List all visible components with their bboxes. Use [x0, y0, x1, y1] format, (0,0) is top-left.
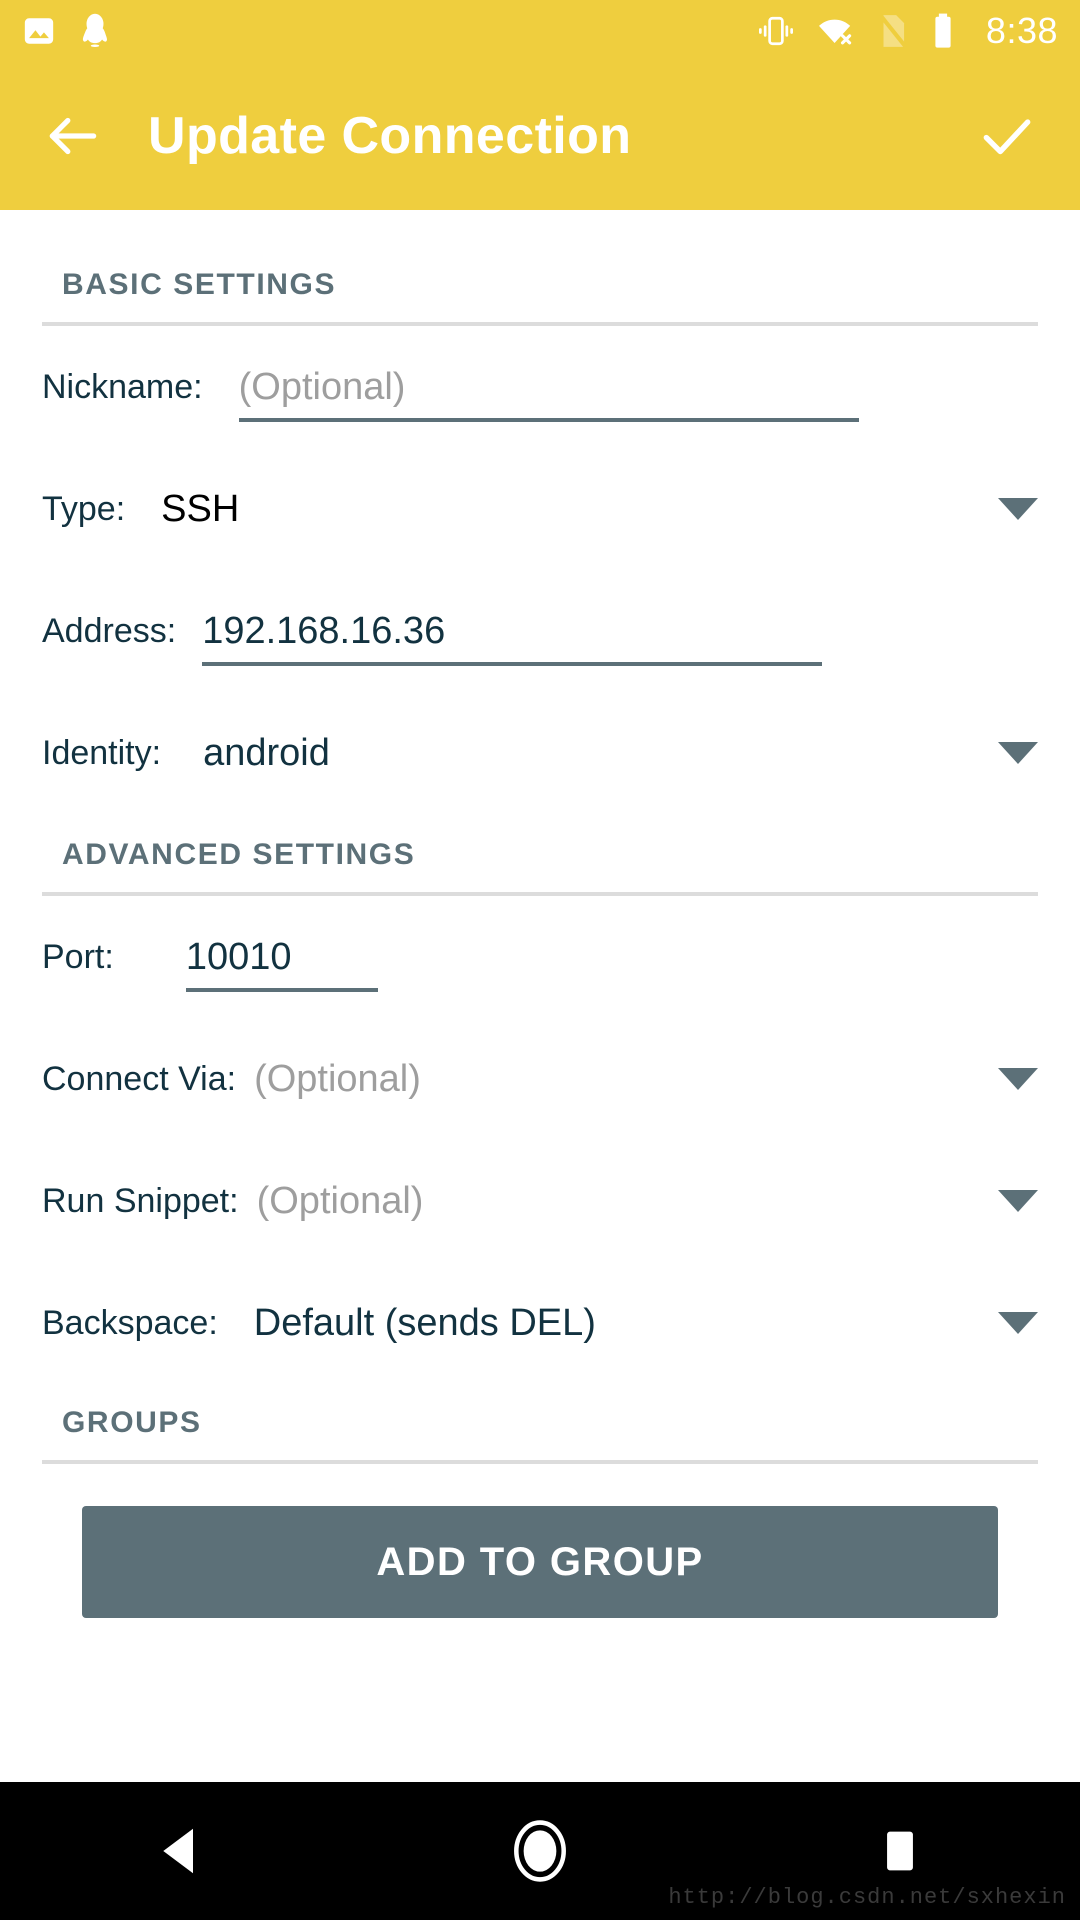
- settings-form: BASIC SETTINGS Nickname: (Optional) Type…: [0, 210, 1080, 1730]
- nav-home-button[interactable]: [480, 1791, 600, 1911]
- field-label-run-snippet: Run Snippet:: [42, 1181, 239, 1220]
- qq-penguin-icon: [82, 13, 108, 48]
- address-value: 192.168.16.36: [202, 609, 446, 652]
- port-underline: [185, 988, 378, 992]
- identity-select[interactable]: android: [203, 692, 330, 814]
- section-header-advanced: ADVANCED SETTINGS: [62, 838, 416, 871]
- add-to-group-button[interactable]: ADD TO GROUP: [82, 1506, 998, 1618]
- backspace-select[interactable]: Default (sends DEL): [254, 1262, 596, 1384]
- nickname-underline: [238, 418, 859, 422]
- recents-square-icon: [887, 1831, 913, 1871]
- address-underline: [202, 662, 823, 666]
- identity-value: android: [203, 731, 330, 774]
- backspace-value: Default (sends DEL): [253, 1301, 596, 1344]
- status-bar-right-icons: 8:38: [756, 10, 1058, 52]
- chevron-down-icon[interactable]: [998, 742, 1038, 764]
- field-row-identity[interactable]: Identity: android: [0, 692, 1080, 814]
- home-circle-icon: [514, 1820, 566, 1882]
- field-label-connect-via: Connect Via:: [42, 1059, 237, 1098]
- field-label-identity: Identity:: [42, 733, 162, 772]
- run-snippet-placeholder: (Optional): [256, 1179, 424, 1222]
- back-triangle-icon: [163, 1828, 193, 1874]
- section-header-groups: GROUPS: [62, 1406, 202, 1439]
- field-label-port: Port:: [42, 937, 114, 976]
- no-sim-icon: [878, 13, 908, 49]
- section-header-basic: BASIC SETTINGS: [62, 268, 337, 301]
- field-label-nickname: Nickname:: [42, 367, 203, 406]
- android-navigation-bar: http://blog.csdn.net/sxhexin: [0, 1782, 1080, 1920]
- nav-back-button[interactable]: [120, 1791, 240, 1911]
- chevron-down-icon[interactable]: [998, 1190, 1038, 1212]
- field-row-connect-via[interactable]: Connect Via: (Optional): [0, 1018, 1080, 1140]
- back-arrow-icon[interactable]: [42, 105, 104, 167]
- port-value: 10010: [185, 935, 292, 978]
- field-row-port[interactable]: Port: 10010: [0, 896, 1080, 1018]
- nickname-input[interactable]: (Optional): [238, 326, 859, 448]
- field-label-address: Address:: [42, 611, 177, 650]
- nickname-placeholder: (Optional): [238, 365, 406, 408]
- chevron-down-icon[interactable]: [998, 1312, 1038, 1334]
- image-icon: [24, 18, 54, 44]
- phone-screen: 8:38 Update Connection BASIC SETTINGS Ni…: [0, 0, 1080, 1920]
- groups-actions: ADD TO GROUP: [0, 1464, 1080, 1618]
- watermark-text: http://blog.csdn.net/sxhexin: [668, 1885, 1066, 1910]
- status-bar-clock: 8:38: [985, 10, 1058, 51]
- chevron-down-icon[interactable]: [998, 1068, 1038, 1090]
- status-bar-left-icons: [22, 12, 112, 50]
- field-row-address[interactable]: Address: 192.168.16.36: [0, 570, 1080, 692]
- address-input[interactable]: 192.168.16.36: [202, 570, 823, 692]
- field-label-type: Type:: [42, 489, 126, 528]
- chevron-down-icon[interactable]: [998, 498, 1038, 520]
- field-row-nickname[interactable]: Nickname: (Optional): [0, 326, 1080, 448]
- connect-via-select[interactable]: (Optional): [254, 1018, 421, 1140]
- run-snippet-select[interactable]: (Optional): [257, 1140, 424, 1262]
- field-row-backspace[interactable]: Backspace: Default (sends DEL): [0, 1262, 1080, 1384]
- vibrate-icon: [758, 16, 793, 46]
- wifi-no-internet-icon: [818, 19, 852, 45]
- field-row-run-snippet[interactable]: Run Snippet: (Optional): [0, 1140, 1080, 1262]
- status-bar: 8:38: [0, 0, 1080, 62]
- port-input[interactable]: 10010: [185, 896, 378, 1018]
- battery-full-icon: [935, 13, 951, 48]
- app-bar: Update Connection: [0, 62, 1080, 210]
- type-value: SSH: [161, 487, 240, 530]
- field-row-type[interactable]: Type: SSH: [0, 448, 1080, 570]
- field-label-backspace: Backspace:: [42, 1303, 218, 1342]
- check-icon[interactable]: [976, 105, 1038, 167]
- page-title: Update Connection: [148, 107, 632, 165]
- type-select[interactable]: SSH: [161, 448, 239, 570]
- connect-via-placeholder: (Optional): [254, 1057, 421, 1100]
